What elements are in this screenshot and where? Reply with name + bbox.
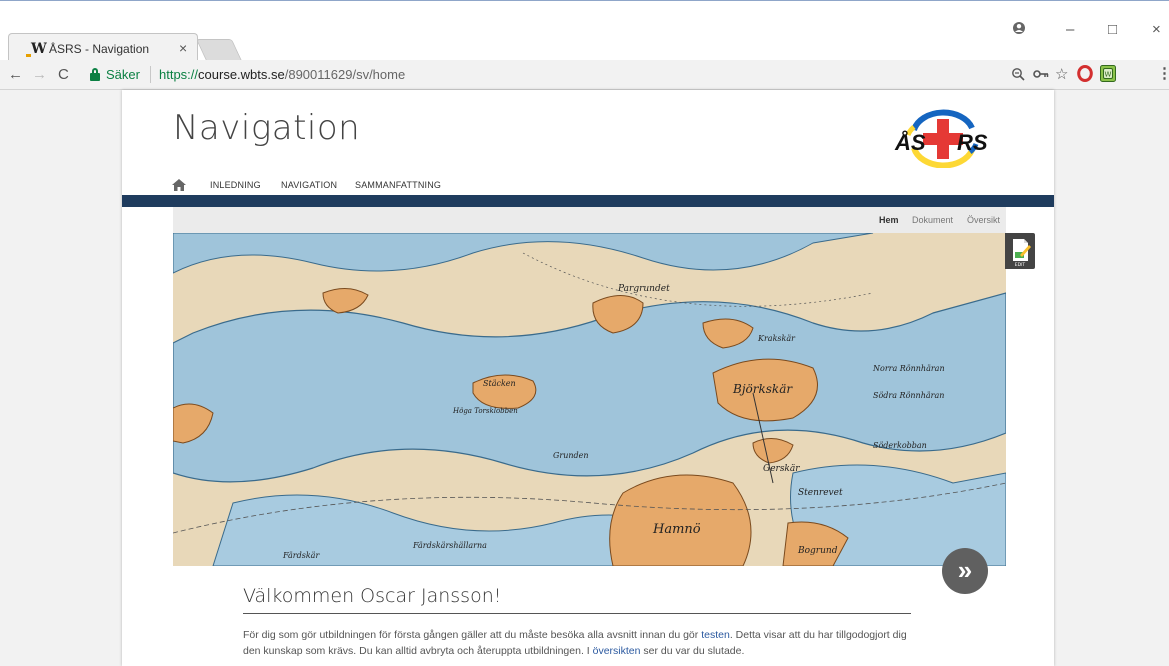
forward-icon[interactable]: → — [32, 66, 47, 83]
tab-title: ÅSRS - Navigation — [49, 42, 150, 56]
hero-label: Krakskär — [757, 334, 796, 343]
next-page-button[interactable]: » — [942, 548, 988, 594]
zoom-icon[interactable] — [1011, 67, 1025, 84]
chevron-double-right-icon: » — [957, 555, 973, 585]
welcome-heading: Välkommen Oscar Jansson! — [243, 585, 911, 614]
svg-text:ÅS: ÅS — [894, 130, 926, 155]
svg-text:EDIT: EDIT — [1015, 262, 1026, 268]
key-icon[interactable] — [1033, 67, 1049, 84]
hero-nautical-chart-image: Pargrundet Krakskär Björkskär Norra Rönn… — [173, 233, 1006, 566]
close-window-button[interactable]: × — [1152, 21, 1161, 38]
hero-label: Södra Rönnhäran — [873, 391, 944, 400]
hero-label: Stenrevet — [798, 488, 843, 498]
test-link[interactable]: testen — [701, 629, 730, 641]
svg-text:W: W — [1105, 71, 1112, 79]
reload-icon[interactable]: C — [58, 66, 69, 83]
browser-titlebar: W ÅSRS - Navigation × – □ × — [0, 0, 1169, 61]
profile-icon[interactable] — [1012, 21, 1026, 39]
hero-label: Gerskär — [763, 464, 800, 474]
site-favicon-icon: W — [26, 41, 47, 57]
address-bar: ← → C Säker https://course.wbts.se/89001… — [0, 60, 1169, 90]
menu-item-navigation[interactable]: NAVIGATION — [281, 180, 337, 190]
overview-link[interactable]: översikten — [593, 645, 641, 657]
new-tab-button[interactable] — [195, 39, 243, 61]
svg-text:RS: RS — [957, 130, 988, 155]
hero-label: Grunden — [553, 451, 589, 460]
maximize-button[interactable]: □ — [1108, 21, 1117, 38]
url-text[interactable]: https://course.wbts.se/890011629/sv/home — [159, 67, 405, 82]
header-bar — [122, 195, 1054, 207]
hero-label: Höga Torsklobben — [452, 407, 518, 415]
menu-icon[interactable]: ⋮ — [1157, 64, 1169, 82]
home-icon[interactable] — [172, 178, 186, 191]
extension-icon[interactable]: W — [1100, 65, 1116, 85]
hero-label: Norra Rönnhäran — [872, 364, 945, 373]
hero-label: Färdskär — [282, 551, 320, 560]
hero-label: Färdskärshällarna — [412, 541, 487, 550]
subnav-oversikt[interactable]: Översikt — [967, 215, 1000, 225]
hero-label: Pargrundet — [617, 284, 670, 294]
omnibox-divider — [150, 66, 151, 83]
minimize-button[interactable]: – — [1066, 21, 1074, 38]
menu-item-inledning[interactable]: INLEDNING — [210, 180, 261, 190]
opera-icon[interactable] — [1077, 65, 1093, 85]
hero-label: Hamnö — [652, 522, 701, 537]
lock-icon — [90, 68, 100, 81]
page-title: Navigation — [173, 108, 361, 148]
hero-label: Söderkobban — [873, 441, 927, 450]
edit-button[interactable]: EDIT — [1005, 233, 1035, 269]
hero-label: Stäcken — [483, 379, 516, 388]
intro-paragraph: För dig som gör utbildningen för första … — [243, 629, 907, 657]
secure-label: Säker — [106, 67, 140, 82]
sub-navigation: Hem Dokument Översikt — [173, 207, 1006, 233]
subnav-hem[interactable]: Hem — [879, 215, 899, 225]
hero-label: Bogrund — [797, 546, 838, 556]
page-container: Navigation ÅS RS INLEDNING NAVIGATION SA… — [122, 90, 1054, 666]
hero-label: Björkskär — [732, 382, 793, 396]
menu-item-sammanfattning[interactable]: SAMMANFATTNING — [355, 180, 441, 190]
asrs-logo[interactable]: ÅS RS — [886, 108, 998, 169]
browser-tab[interactable]: W ÅSRS - Navigation × — [8, 33, 198, 61]
subnav-dokument[interactable]: Dokument — [912, 215, 953, 225]
star-icon[interactable]: ☆ — [1055, 65, 1068, 83]
omnibox[interactable]: Säker https://course.wbts.se/890011629/s… — [90, 63, 1090, 87]
tab-close-icon[interactable]: × — [179, 40, 187, 56]
back-icon[interactable]: ← — [8, 66, 23, 83]
main-content: Hem Dokument Översikt Pargrundet Krakskä… — [173, 207, 1006, 666]
